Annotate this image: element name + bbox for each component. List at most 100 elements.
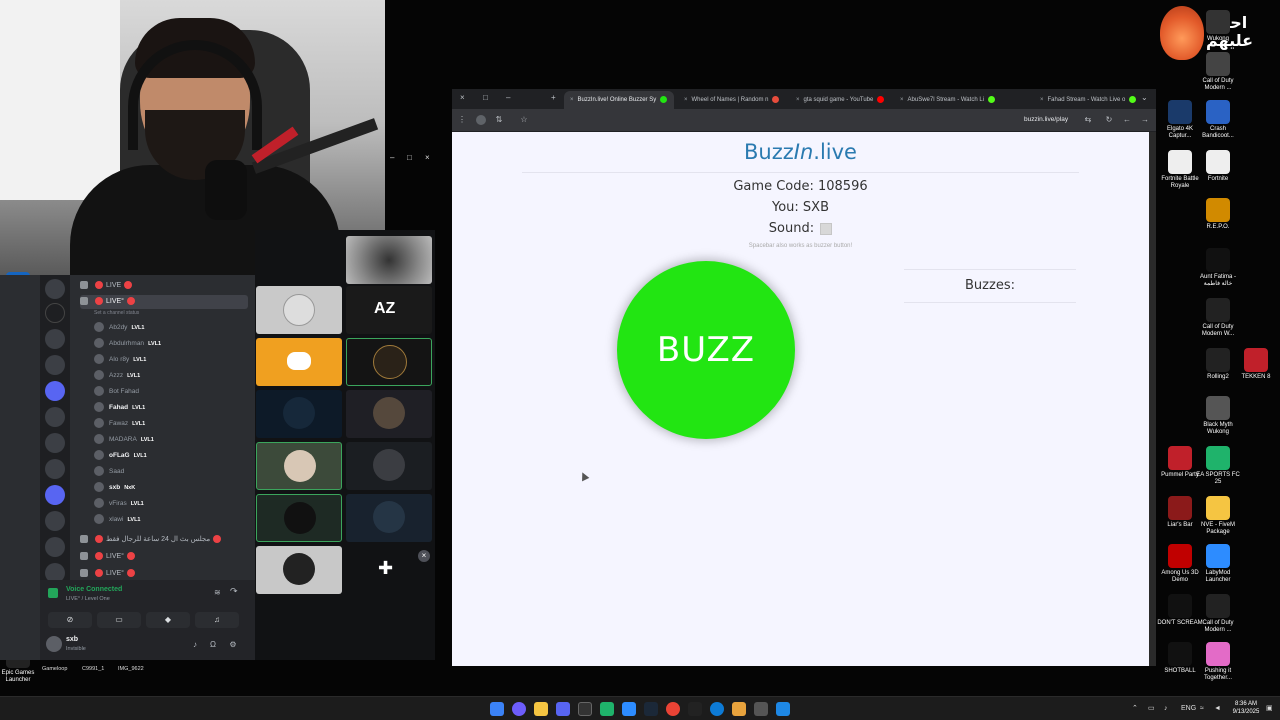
server-icon[interactable] [45,511,65,531]
desktop-file[interactable]: Gameloop [42,666,67,672]
desktop-icon[interactable]: R.E.P.O. [1194,198,1242,231]
new-tab-button[interactable]: + [551,93,556,102]
desktop-file[interactable]: C9991_1 [82,666,104,672]
avatar[interactable] [46,636,62,652]
microphone-icon[interactable]: ♪ [190,640,200,650]
close-tab-icon[interactable]: × [796,97,800,103]
voice-channel-live[interactable]: LIVE [80,279,135,293]
voice-channel[interactable]: LIVE° [80,550,138,564]
tab-2[interactable]: × Wheel of Names | Random n [678,91,786,109]
server-icon[interactable] [45,407,65,427]
tab-5[interactable]: × Fahad Stream - Watch Live o [1034,91,1144,109]
voice-member[interactable]: Abdulrhman LVL1 [94,337,161,351]
desktop-icon[interactable]: Black Myth Wukong [1194,396,1242,436]
page-title[interactable]: BuzzIn.live [452,140,1149,164]
close-icon[interactable]: × [418,550,430,562]
voice-member[interactable]: sxb NxK [94,481,135,495]
video-tile[interactable] [256,390,342,438]
video-tile[interactable] [346,338,432,386]
video-tile[interactable] [256,494,342,542]
close-icon[interactable]: × [425,153,430,162]
video-tile[interactable]: AZ [346,286,432,334]
server-icon[interactable] [45,381,65,401]
desktop-icon[interactable]: Crash Bandicoot... [1194,100,1242,140]
close-window-icon[interactable]: × [460,93,465,102]
microphone-icon[interactable]: ♪ [1164,702,1168,716]
video-tile[interactable] [256,338,342,386]
tab-4[interactable]: × AbuSwe7l Stream - Watch Li [894,91,1028,109]
wifi-icon[interactable]: ≈ [1200,702,1204,716]
activity-button[interactable]: ◆ [146,612,190,628]
app-icon[interactable] [688,702,702,716]
copilot-icon[interactable] [512,702,526,716]
gear-icon[interactable]: ⚙ [228,640,238,650]
headphones-icon[interactable]: Ω [208,640,218,650]
desktop-icon[interactable]: Fortnite [1194,150,1242,183]
sound-checkbox[interactable] [820,222,833,235]
video-tile[interactable] [256,546,342,594]
site-settings-icon[interactable]: ⇅ [493,114,505,126]
maximize-icon[interactable]: □ [407,153,412,162]
voice-channel[interactable]: LIVE° [80,567,138,581]
voice-channel[interactable]: مجلس بث ال 24 ساعة للرجال فقط [80,533,224,547]
video-tile[interactable] [346,442,432,490]
menu-dots-icon[interactable]: ⋮ [456,114,468,126]
video-tile[interactable] [256,286,342,334]
tab-1[interactable]: × BuzzIn.live! Online Buzzer Sy [564,91,674,109]
close-tab-icon[interactable]: × [684,97,688,103]
voice-connected-subtitle[interactable]: LIVE° / Level One [66,596,110,602]
minimize-icon[interactable]: – [390,153,394,162]
profile-icon[interactable] [476,115,486,125]
voice-member[interactable]: vFiras LVL1 [94,497,144,511]
scrollbar[interactable] [1149,132,1156,666]
server-icon[interactable] [45,459,65,479]
steam-icon[interactable] [644,702,658,716]
server-icon[interactable] [45,433,65,453]
desktop-icon[interactable]: Call of Duty Modern W... [1194,298,1242,338]
user-name[interactable]: sxb [66,636,78,643]
voice-member[interactable]: Ab2dy LVL1 [94,321,144,335]
video-tile[interactable] [256,442,342,490]
tab-3[interactable]: × gta squid game - YouTube [790,91,890,109]
voice-member[interactable]: MADARA LVL1 [94,433,154,447]
start-icon[interactable] [490,702,504,716]
video-tile[interactable] [346,494,432,542]
chrome-icon[interactable] [666,702,680,716]
close-tab-icon[interactable]: × [900,97,904,103]
voice-member[interactable]: Saad [94,465,124,479]
language-indicator[interactable]: ENG [1181,702,1196,716]
reload-icon[interactable]: ↻ [1103,114,1115,126]
desktop-file[interactable]: IMG_9622 [118,666,144,672]
disconnect-icon[interactable]: ↷ [230,586,238,597]
buzz-button[interactable]: BUZZ [617,261,795,439]
voice-member[interactable]: Fawaz LVL1 [94,417,145,431]
soundboard-button[interactable]: ♫ [195,612,239,628]
maximize-icon[interactable]: □ [483,93,488,102]
video-tile[interactable] [346,390,432,438]
streamlabs-icon[interactable] [600,702,614,716]
desktop-icon[interactable]: LabyMod Launcher [1194,544,1242,584]
server-icon[interactable] [45,537,65,557]
app-icon[interactable] [776,702,790,716]
notification-icon[interactable]: ▣ [1266,702,1273,716]
extensions-icon[interactable]: ⇆ [1082,114,1094,126]
forward-icon[interactable]: ← [1121,114,1133,126]
server-icon[interactable] [45,485,65,505]
back-icon[interactable]: → [1139,114,1151,126]
camera-button[interactable]: ⊘ [48,612,92,628]
voice-member[interactable]: Bot Fahad [94,385,139,399]
app-icon[interactable] [732,702,746,716]
discord-icon[interactable] [556,702,570,716]
desktop-icon[interactable]: Aunt Fatima - خالة فاطمة [1194,248,1242,288]
settings-icon[interactable] [754,702,768,716]
close-tab-icon[interactable]: × [1040,97,1044,103]
desktop-icon[interactable]: Wukong [1194,10,1242,43]
desktop-icon[interactable]: Call of Duty Modern ... [1194,52,1242,92]
voice-member[interactable]: Azzz LVL1 [94,369,140,383]
chevron-down-icon[interactable]: ⌄ [1141,93,1148,102]
server-icon[interactable] [45,303,65,323]
voice-member[interactable]: xlawi LVL1 [94,513,141,527]
desktop-icon[interactable]: Pushing it Together... [1194,642,1242,682]
app-icon[interactable] [622,702,636,716]
minimize-icon[interactable]: – [506,93,510,102]
